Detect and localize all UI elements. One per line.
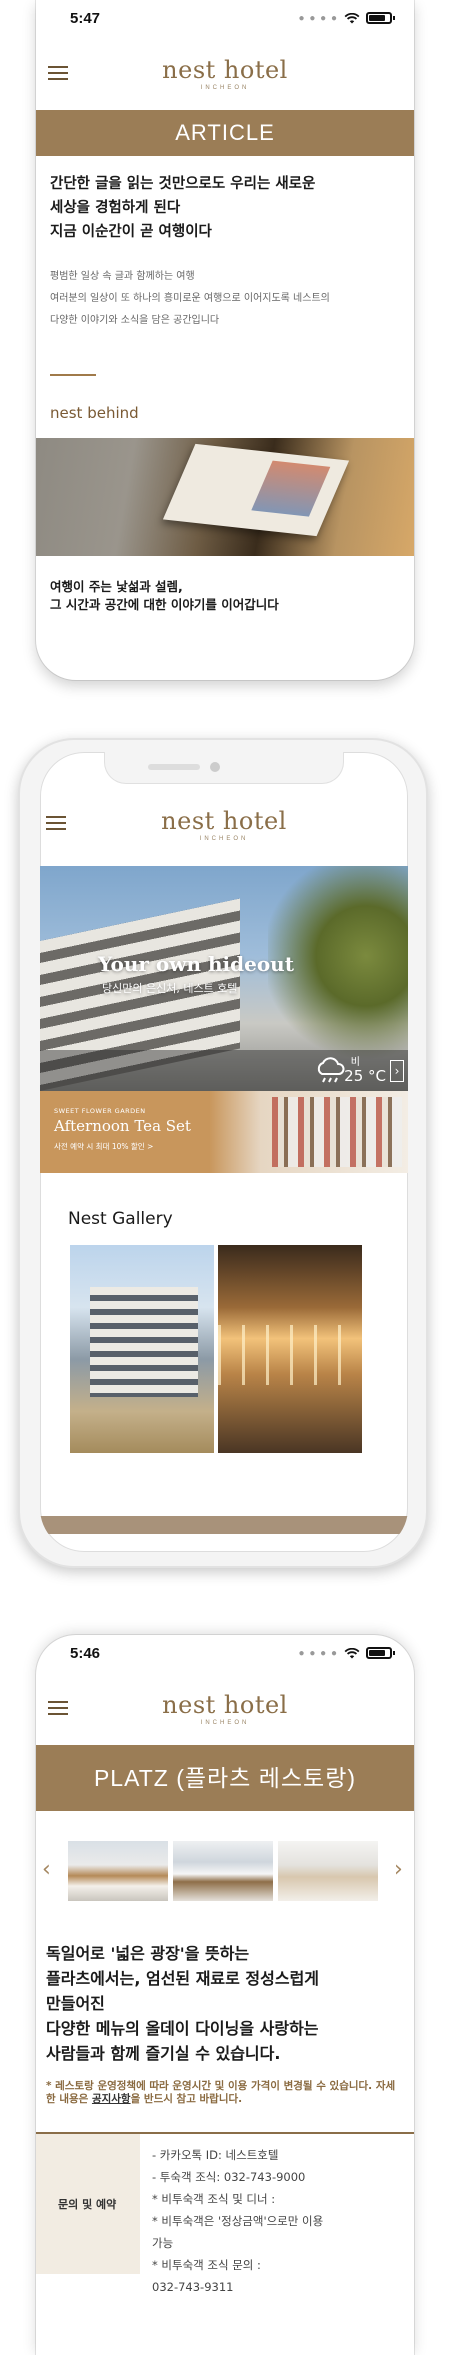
speaker-grille xyxy=(148,764,200,770)
weather-next-button[interactable]: › xyxy=(390,1060,404,1082)
notice-link[interactable]: 공지사항 xyxy=(92,2093,131,2105)
status-time: 5:46 xyxy=(70,1644,101,1662)
policy-notice: * 레스토랑 운영정책에 따라 운영시간 및 이용 가격이 변경될 수 있습니다… xyxy=(36,2066,414,2106)
logo-subtext: INCHEON xyxy=(200,1719,250,1726)
status-bar: 5:46 ● ● ● ● xyxy=(36,1635,414,1671)
phone-notch xyxy=(104,752,344,784)
promo-title: Afternoon Tea Set xyxy=(54,1117,191,1135)
weather-widget: 비 25 °C › xyxy=(40,1050,408,1091)
description-line: 사람들과 함께 즐기실 수 있습니다. xyxy=(46,2044,281,2063)
description-line: 플라츠에서는, 엄선된 재료로 정성스럽게 xyxy=(46,1969,320,1988)
hotel-logo[interactable]: nest hotel INCHEON xyxy=(162,56,288,91)
logo-text: nest hotel xyxy=(161,806,287,835)
promo-banner[interactable]: SWEET FLOWER GARDEN Afternoon Tea Set 사전… xyxy=(40,1091,408,1173)
wifi-icon xyxy=(344,1647,360,1658)
front-camera xyxy=(210,762,220,772)
contact-line: - 투숙객 조식: 032-743-9000 xyxy=(152,2170,306,2184)
contact-table: 문의 및 예약 - 카카오톡 ID: 네스트호텔 - 투숙객 조식: 032-7… xyxy=(36,2132,414,2298)
gallery-image-restaurant[interactable] xyxy=(218,1245,362,1453)
menu-icon[interactable] xyxy=(48,1701,68,1715)
site-header: nest hotel INCHEON xyxy=(36,1671,414,1745)
chevron-left-icon[interactable]: ‹ xyxy=(42,1857,51,1882)
contact-table-label: 문의 및 예약 xyxy=(36,2134,140,2274)
chevron-right-icon: › xyxy=(394,1064,400,1078)
article-headline: 간단한 글을 읽는 것만으로도 우리는 새로운 세상을 경험하게 된다 지금 이… xyxy=(36,156,414,244)
open-book-image xyxy=(162,443,350,537)
hero-subtitle: 당신만의 은신처, 네스트 호텔 xyxy=(102,982,238,995)
gallery-image-building[interactable] xyxy=(70,1245,214,1453)
hero-title: Your own hideout xyxy=(98,952,294,976)
logo-subtext: INCHEON xyxy=(199,835,249,842)
battery-icon xyxy=(366,12,395,24)
menu-icon[interactable] xyxy=(48,66,68,80)
image-slider: ‹ › xyxy=(36,1841,414,1901)
signal-icon: ● ● ● ● xyxy=(298,1647,338,1659)
promo-link[interactable]: 사전 예약 시 최대 10% 할인 > xyxy=(54,1141,153,1152)
logo-subtext: INCHEON xyxy=(200,84,250,91)
article-photo[interactable] xyxy=(36,438,414,556)
slider-thumbnail[interactable] xyxy=(278,1841,378,1901)
section-title: nest behind xyxy=(50,404,139,422)
contact-table-details: - 카카오톡 ID: 네스트호텔 - 투숙객 조식: 032-743-9000 … xyxy=(140,2134,414,2298)
description-line: 다양한 이야기와 소식을 담은 공간입니다 xyxy=(50,315,220,326)
contact-line: * 비투숙객 조식 및 디너 : xyxy=(152,2192,276,2206)
notice-text: 을 반드시 참고 바랍니다. xyxy=(130,2093,243,2105)
footer-bar xyxy=(40,1516,408,1534)
weather-temperature: 25 °C xyxy=(344,1067,386,1085)
article-description: 평범한 일상 속 글과 함께하는 여행 여러분의 일상이 또 하나의 흥미로운 … xyxy=(36,244,414,332)
contact-line: - 카카오톡 ID: 네스트호텔 xyxy=(152,2148,279,2162)
site-header: nest hotel INCHEON xyxy=(36,36,414,110)
wifi-icon xyxy=(344,12,360,23)
phone-screen-article: 5:47 ● ● ● ● nest hotel INCHEON ARTICLE … xyxy=(36,0,414,680)
page-title-banner: PLATZ (플라츠 레스토랑) xyxy=(36,1745,414,1811)
logo-text: nest hotel xyxy=(162,55,288,84)
description-line: 다양한 메뉴의 올데이 다이닝을 사랑하는 xyxy=(46,2019,319,2038)
status-bar: 5:47 ● ● ● ● xyxy=(36,0,414,36)
status-icons: ● ● ● ● xyxy=(298,1647,395,1659)
table-label-text: 문의 및 예약 xyxy=(58,2197,117,2211)
article-caption: 여행이 주는 낯섦과 설렘, 그 시간과 공간에 대한 이야기를 이어갑니다 xyxy=(36,556,414,614)
tea-set-image xyxy=(272,1097,402,1167)
promo-eyebrow: SWEET FLOWER GARDEN xyxy=(54,1107,146,1115)
caption-line: 여행이 주는 낯섦과 설렘, xyxy=(50,579,183,594)
hero-banner[interactable]: Your own hideout 당신만의 은신처, 네스트 호텔 비 25 °… xyxy=(40,866,408,1091)
signal-icon: ● ● ● ● xyxy=(298,12,338,24)
headline-line: 세상을 경험하게 된다 xyxy=(50,200,181,216)
description-line: 여러분의 일상이 또 하나의 흥미로운 여행으로 이어지도록 네스트의 xyxy=(50,293,330,304)
status-icons: ● ● ● ● xyxy=(298,12,395,24)
rain-cloud-icon xyxy=(317,1057,345,1083)
battery-icon xyxy=(366,1647,395,1659)
gallery-title: Nest Gallery xyxy=(68,1209,173,1229)
contact-line: * 비투숙객은 '정상금액'으로만 이용 xyxy=(152,2214,324,2228)
description-line: 독일어로 '넓은 광장'을 뜻하는 xyxy=(46,1944,250,1963)
caption-line: 그 시간과 공간에 대한 이야기를 이어갑니다 xyxy=(50,597,279,612)
page-title-banner: ARTICLE xyxy=(36,110,414,156)
headline-line: 간단한 글을 읽는 것만으로도 우리는 새로운 xyxy=(50,176,316,192)
hotel-logo[interactable]: nest hotel INCHEON xyxy=(162,1691,288,1726)
phone-screen-restaurant: 5:46 ● ● ● ● nest hotel INCHEON PLATZ (플… xyxy=(36,1635,414,2355)
restaurant-description: 독일어로 '넓은 광장'을 뜻하는 플라츠에서는, 엄선된 재료로 정성스럽게 … xyxy=(36,1901,414,2066)
headline-line: 지금 이순간이 곧 여행이다 xyxy=(50,224,212,240)
weather-condition: 비 xyxy=(350,1057,360,1068)
description-line: 평범한 일상 속 글과 함께하는 여행 xyxy=(50,271,195,282)
description-line: 만들어진 xyxy=(46,1994,105,2013)
contact-line: * 비투숙객 조식 문의 : xyxy=(152,2258,261,2272)
hotel-logo[interactable]: nest hotel INCHEON xyxy=(161,807,287,842)
status-time: 5:47 xyxy=(70,9,101,27)
contact-line: 032-743-9311 xyxy=(152,2280,234,2294)
chevron-right-icon[interactable]: › xyxy=(394,1857,403,1882)
logo-text: nest hotel xyxy=(162,1690,288,1719)
contact-line: 가능 xyxy=(152,2236,174,2250)
slider-thumbnail[interactable] xyxy=(68,1841,168,1901)
phone-screen-home: nest hotel INCHEON Your own hideout 당신만의… xyxy=(40,752,408,1552)
slider-thumbnail[interactable] xyxy=(173,1841,273,1901)
phone-notch-area xyxy=(40,752,408,792)
gallery-grid xyxy=(70,1245,408,1453)
menu-icon[interactable] xyxy=(46,816,66,830)
site-header: nest hotel INCHEON xyxy=(40,792,408,856)
